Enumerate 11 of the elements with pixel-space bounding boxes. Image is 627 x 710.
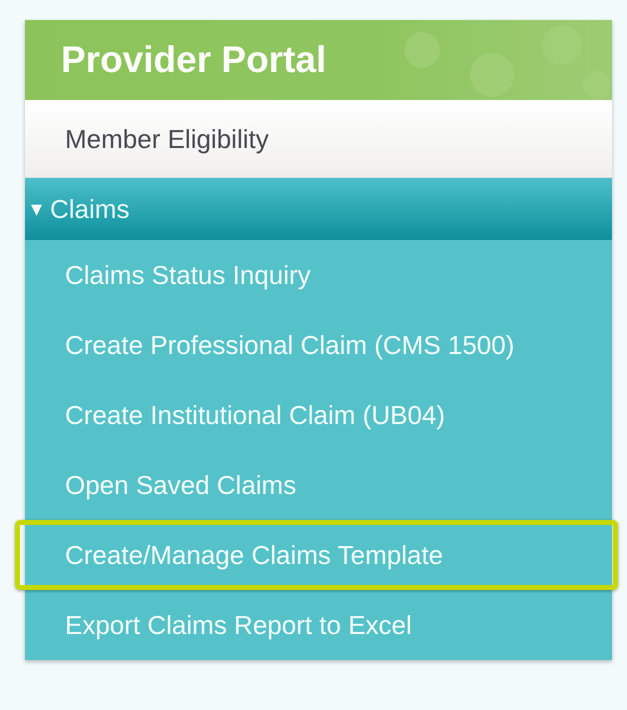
submenu-item[interactable]: Open Saved Claims xyxy=(25,450,612,520)
section-label: Claims xyxy=(50,194,130,224)
section-header[interactable]: ▾ Claims xyxy=(25,178,612,240)
submenu-item[interactable]: Claims Status Inquiry xyxy=(25,240,612,310)
caret-icon: ▾ xyxy=(31,196,42,222)
submenu-item[interactable]: Export Claims Report to Excel xyxy=(25,590,612,660)
submenu-item[interactable]: Create Institutional Claim (UB04) xyxy=(25,380,612,450)
portal-title: Provider Portal xyxy=(61,39,326,81)
submenu-item[interactable]: Create Professional Claim (CMS 1500) xyxy=(25,310,612,380)
menu-item[interactable]: Member Eligibility xyxy=(25,100,612,178)
submenu-item[interactable]: Create/Manage Claims Template xyxy=(15,520,618,590)
